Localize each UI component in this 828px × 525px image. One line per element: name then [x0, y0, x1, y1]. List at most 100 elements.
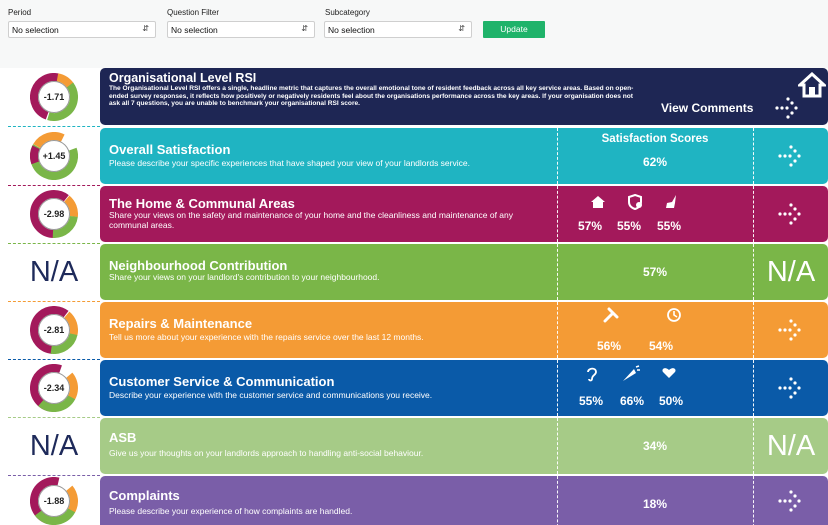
asb-card: ASB Give us your thoughts on your landlo… — [100, 418, 828, 474]
complaints-pct: 18% — [642, 497, 668, 511]
overall-satisfaction-description: Please describe your specific experience… — [109, 158, 470, 168]
home-pct-3: 55% — [657, 219, 682, 233]
dots-arrow-icon — [778, 145, 801, 167]
view-comments-button[interactable]: View Comments — [661, 101, 753, 115]
complaints-description: Please describe your experience of how c… — [109, 506, 353, 516]
satisfaction-scores-header: Satisfaction Scores — [601, 133, 709, 145]
repairs-pct-2: 54% — [649, 339, 674, 353]
subcategory-select[interactable]: No selection ⇵ — [324, 21, 472, 38]
period-label: Period — [8, 8, 32, 17]
org-rsi-card: Organisational Level RSI The Organisatio… — [100, 68, 828, 125]
complaints-card: Complaints Please describe your experien… — [100, 476, 828, 525]
asb-pct: 34% — [642, 439, 668, 453]
repairs-description: Tell us more about your experience with … — [109, 332, 424, 342]
repairs-pct-1: 56% — [597, 339, 622, 353]
score-donut: +1.45 — [30, 132, 78, 180]
view-comments-label: View Comments — [661, 101, 754, 115]
column-divider — [557, 302, 558, 358]
customer-service-description: Describe your experience with the custom… — [109, 390, 433, 400]
score-donut: -2.81 — [30, 306, 78, 354]
repairs-score-donut: -2.81 — [8, 302, 100, 358]
score-donut: -2.98 — [30, 190, 78, 238]
home-score-value: -2.98 — [38, 198, 70, 230]
home-icon — [798, 72, 826, 98]
select-chevron-icon: ⇵ — [458, 24, 465, 33]
asb-comments-na: N/A — [766, 429, 816, 462]
complaints-score-donut: -1.88 — [8, 476, 100, 525]
score-donut: -2.34 — [30, 364, 78, 412]
view-comments-arrow[interactable] — [754, 186, 828, 242]
overall-score-value: +1.45 — [38, 140, 70, 172]
customer-service-score-donut: -2.34 — [8, 360, 100, 416]
neighbourhood-score-na: N/A — [29, 255, 79, 288]
overall-satisfaction-card: Overall Satisfaction Please describe you… — [100, 128, 828, 184]
overall-satisfaction-title: Overall Satisfaction — [109, 142, 231, 157]
dots-arrow-icon — [778, 377, 801, 399]
column-divider — [557, 360, 558, 416]
neighbourhood-card: Neighbourhood Contribution Share your vi… — [100, 244, 828, 300]
neighbourhood-title: Neighbourhood Contribution — [109, 258, 288, 273]
asb-score: N/A — [8, 418, 100, 474]
dots-arrow-icon — [775, 97, 798, 119]
filter-bar: Period No selection ⇵ Question Filter No… — [0, 0, 828, 68]
period-select-value: No selection — [12, 25, 59, 35]
asb-title: ASB — [109, 430, 137, 445]
view-comments-arrow[interactable] — [754, 360, 828, 416]
home-pct-1: 57% — [578, 219, 603, 233]
view-comments-arrow[interactable] — [754, 128, 828, 184]
question-filter-select[interactable]: No selection ⇵ — [167, 21, 315, 38]
customer-service-pct-1: 55% — [579, 394, 604, 408]
score-donut: -1.88 — [30, 476, 78, 525]
select-chevron-icon: ⇵ — [142, 24, 149, 33]
org-rsi-title: Organisational Level RSI — [109, 71, 257, 85]
megaphone-icon — [623, 365, 640, 381]
update-button[interactable]: Update — [483, 21, 545, 38]
home-communal-card: The Home & Communal Areas Share your vie… — [100, 186, 828, 242]
view-comments-arrow[interactable] — [754, 302, 828, 358]
ear-icon — [587, 367, 597, 382]
tools-icon — [603, 307, 619, 323]
home-score-donut: -2.98 — [8, 186, 100, 242]
org-score-value: -1.71 — [38, 81, 70, 113]
home-communal-description: Share your views on the safety and maint… — [109, 210, 514, 230]
org-rsi-description: The Organisational Level RSI offers a si… — [109, 85, 634, 107]
asb-description: Give us your thoughts on your landlords … — [109, 448, 424, 458]
question-filter-value: No selection — [171, 25, 218, 35]
column-divider — [557, 186, 558, 242]
home-icon — [591, 196, 605, 208]
org-score-donut: -1.71 — [8, 68, 100, 126]
period-select[interactable]: No selection ⇵ — [8, 21, 156, 38]
repairs-title: Repairs & Maintenance — [109, 316, 253, 331]
repairs-score-value: -2.81 — [38, 314, 70, 346]
dots-arrow-icon — [778, 203, 801, 225]
customer-service-card: Customer Service & Communication Describ… — [100, 360, 828, 416]
overall-score-donut: +1.45 — [8, 128, 100, 184]
neighbourhood-pct: 57% — [642, 265, 668, 279]
view-comments-arrow[interactable] — [754, 476, 828, 525]
customer-service-pct-3: 50% — [659, 394, 684, 408]
subcategory-value: No selection — [328, 25, 375, 35]
neighbourhood-comments-na: N/A — [766, 255, 816, 288]
complaints-title: Complaints — [109, 488, 180, 503]
neighbourhood-score: N/A — [8, 244, 100, 300]
row-separator — [8, 126, 100, 127]
customer-service-pct-2: 66% — [620, 394, 645, 408]
shield-icon — [628, 194, 642, 210]
asb-score-na: N/A — [29, 429, 79, 462]
home-communal-title: The Home & Communal Areas — [109, 196, 295, 211]
score-donut: -1.71 — [30, 73, 78, 121]
customer-service-score-value: -2.34 — [38, 372, 70, 404]
repairs-card: Repairs & Maintenance Tell us more about… — [100, 302, 828, 358]
dots-arrow-icon — [778, 319, 801, 341]
neighbourhood-description: Share your views on your landlord's cont… — [109, 272, 380, 282]
dots-arrow-icon — [778, 489, 801, 512]
customer-service-title: Customer Service & Communication — [109, 374, 335, 389]
overall-satisfaction-pct: 62% — [642, 155, 668, 169]
heart-hands-icon — [662, 368, 676, 378]
home-pct-2: 55% — [617, 219, 642, 233]
complaints-score-value: -1.88 — [38, 484, 70, 517]
select-chevron-icon: ⇵ — [301, 24, 308, 33]
subcategory-label: Subcategory — [325, 8, 370, 17]
clock-icon — [667, 308, 681, 322]
question-filter-label: Question Filter — [167, 8, 220, 17]
